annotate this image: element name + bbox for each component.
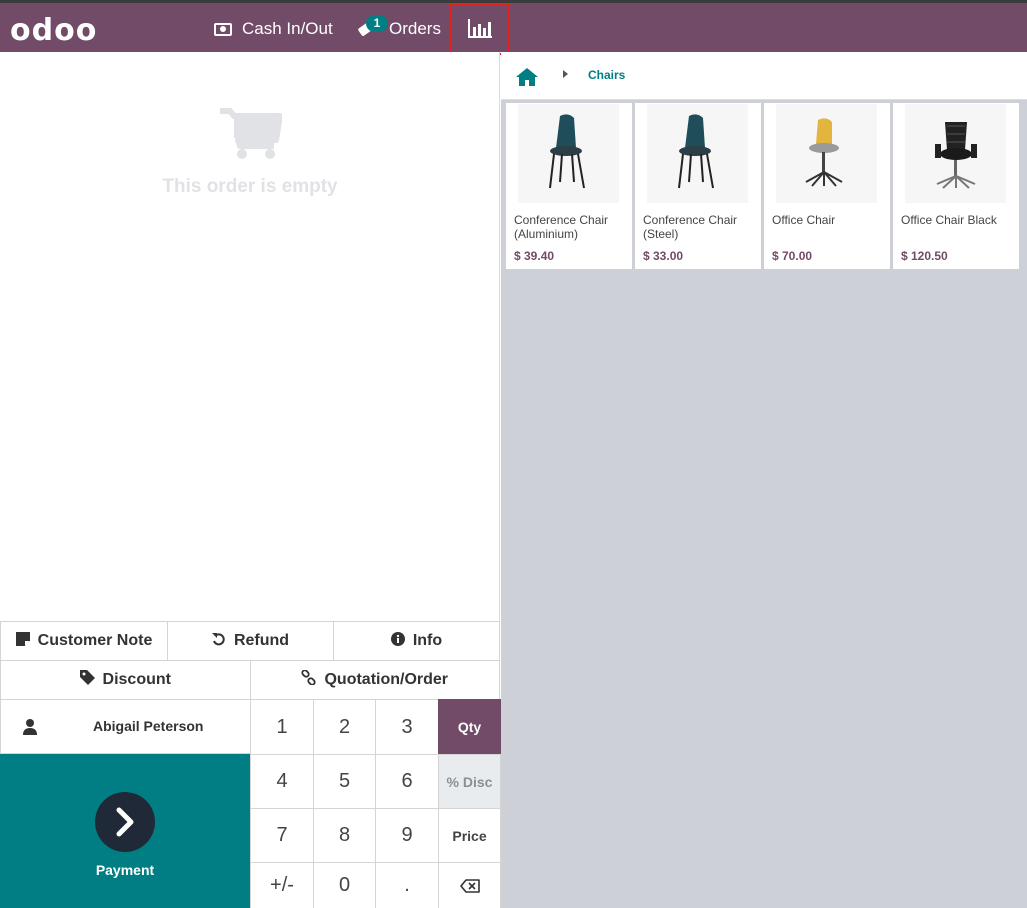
tag-icon <box>79 670 95 690</box>
undo-icon <box>211 632 226 651</box>
products-panel: Chairs Conference Chair (Aluminium) $ 39… <box>501 52 1027 908</box>
product-price: $ 70.00 <box>772 249 813 263</box>
breadcrumb-category[interactable]: Chairs <box>588 68 625 82</box>
money-icon <box>214 22 232 36</box>
product-card[interactable]: Office Chair Black $ 120.50 <box>893 103 1019 269</box>
odoo-logo: odoo <box>10 13 98 48</box>
customer-button[interactable]: Abigail Peterson <box>0 699 251 754</box>
product-image <box>647 104 748 203</box>
link-icon <box>301 669 317 690</box>
product-image <box>776 104 877 203</box>
product-name: Office Chair <box>772 213 836 227</box>
note-icon <box>15 631 30 651</box>
product-card[interactable]: Conference Chair (Aluminium) $ 39.40 <box>506 103 632 269</box>
backspace-button[interactable] <box>438 862 501 908</box>
payment-button[interactable]: Payment <box>0 754 250 908</box>
home-icon[interactable] <box>515 67 539 87</box>
numpad-key-1[interactable]: 1 <box>250 699 314 755</box>
backspace-icon <box>459 878 480 893</box>
statistics-button[interactable] <box>449 3 510 55</box>
numpad-key-5[interactable]: 5 <box>313 754 376 809</box>
cash-in-out-button[interactable]: Cash In/Out <box>214 6 333 52</box>
caret-right-icon <box>563 70 568 78</box>
product-card[interactable]: Conference Chair (Steel) $ 33.00 <box>635 103 761 269</box>
product-name: Office Chair Black <box>901 213 997 227</box>
product-image <box>905 104 1006 203</box>
breadcrumb: Chairs <box>501 52 1027 100</box>
product-list: Conference Chair (Aluminium) $ 39.40 Con… <box>506 103 1019 269</box>
numpad-key-dot[interactable]: . <box>375 862 439 908</box>
control-buttons-row: Customer Note Refund Info <box>0 621 500 661</box>
orders-label: Orders <box>389 19 441 38</box>
info-icon <box>390 631 405 651</box>
discount-button[interactable]: Discount <box>0 660 251 700</box>
cash-in-out-label: Cash In/Out <box>242 19 333 38</box>
user-icon <box>23 719 37 735</box>
qty-mode-button[interactable]: Qty <box>438 699 501 755</box>
empty-order-text: This order is empty <box>162 176 338 197</box>
numpad-key-6[interactable]: 6 <box>375 754 439 809</box>
top-navbar: odoo Cash In/Out Orders 1 <box>0 0 1027 55</box>
product-name: Conference Chair (Aluminium) <box>514 213 609 241</box>
numpad-key-7[interactable]: 7 <box>250 808 314 863</box>
refund-label: Refund <box>233 632 290 649</box>
customer-note-button[interactable]: Customer Note <box>0 621 168 661</box>
discount-label: Discount <box>102 671 171 688</box>
product-price: $ 120.50 <box>901 249 948 263</box>
control-buttons-row: Discount Quotation/Order <box>0 660 500 700</box>
numpad: 1 2 3 Qty 4 5 6 % Disc 7 8 9 Price +/- 0… <box>250 699 501 908</box>
chevron-right-icon <box>116 807 134 837</box>
discount-mode-button[interactable]: % Disc <box>438 754 501 809</box>
product-image <box>518 104 619 203</box>
info-button[interactable]: Info <box>333 621 500 661</box>
numpad-key-0[interactable]: 0 <box>313 862 376 908</box>
product-price: $ 39.40 <box>514 249 555 263</box>
orders-count-badge: 1 <box>366 15 388 32</box>
numpad-key-9[interactable]: 9 <box>375 808 439 863</box>
numpad-key-4[interactable]: 4 <box>250 754 314 809</box>
numpad-key-2[interactable]: 2 <box>313 699 376 755</box>
product-price: $ 33.00 <box>643 249 684 263</box>
numpad-key-plus-minus[interactable]: +/- <box>250 862 314 908</box>
customer-name: Abigail Peterson <box>93 718 204 734</box>
payment-circle <box>95 792 155 852</box>
cart-icon <box>220 108 282 159</box>
refund-button[interactable]: Refund <box>167 621 334 661</box>
product-card[interactable]: Office Chair $ 70.00 <box>764 103 890 269</box>
payment-label: Payment <box>95 862 155 878</box>
quotation-order-label: Quotation/Order <box>324 671 449 688</box>
price-mode-button[interactable]: Price <box>438 808 501 863</box>
bar-chart-icon <box>467 19 492 38</box>
info-label: Info <box>412 632 443 649</box>
product-name: Conference Chair (Steel) <box>643 213 738 241</box>
quotation-order-button[interactable]: Quotation/Order <box>249 660 500 700</box>
numpad-key-8[interactable]: 8 <box>313 808 376 863</box>
numpad-key-3[interactable]: 3 <box>375 699 439 755</box>
customer-note-label: Customer Note <box>37 632 153 649</box>
